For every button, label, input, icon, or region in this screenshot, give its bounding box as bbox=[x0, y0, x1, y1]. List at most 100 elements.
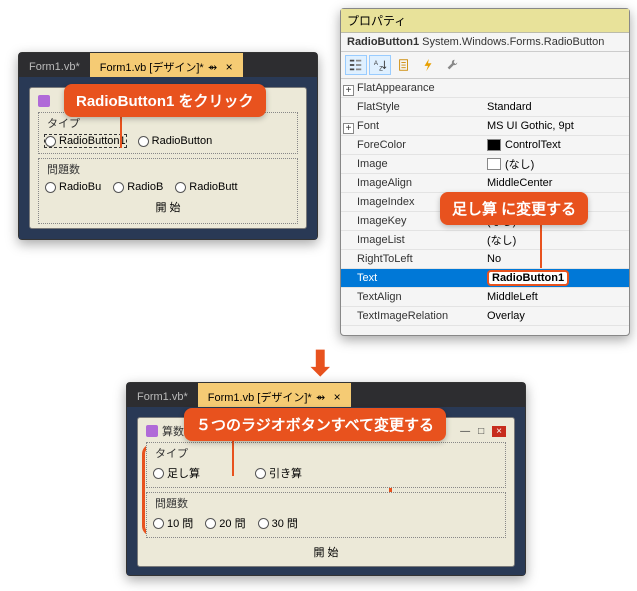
radiobutton1-label: RadioButton1 bbox=[59, 135, 126, 147]
count-radio-row: RadioBu RadioB RadioButt bbox=[45, 181, 291, 193]
expander-icon[interactable]: + bbox=[343, 85, 354, 96]
prop-name: Text bbox=[341, 272, 483, 284]
groupbox-count: 問題数 RadioBu RadioB RadioButt 開 始 bbox=[38, 158, 298, 224]
start-button-after[interactable]: 開 始 bbox=[146, 542, 506, 562]
prop-value-text: RadioButton1 bbox=[487, 270, 569, 286]
callout-change-all-text: ５つのラジオボタンすべて変更する bbox=[196, 417, 434, 434]
designer-panel-before: Form1.vb* Form1.vb [デザイン]* ⇴ × タイプ Radio… bbox=[18, 52, 318, 240]
prop-value[interactable]: No bbox=[483, 253, 629, 265]
prop-name-text: ImageKey bbox=[357, 215, 407, 227]
svg-text:A: A bbox=[374, 60, 379, 67]
groupbox-count-label: 問題数 bbox=[45, 161, 82, 177]
radiobutton4[interactable]: RadioB bbox=[113, 181, 163, 193]
prop-name: ForeColor bbox=[341, 139, 483, 151]
prop-name: ImageAlign bbox=[341, 177, 483, 189]
radio-icon bbox=[175, 182, 186, 193]
prop-row-righttoleft[interactable]: RightToLeftNo bbox=[341, 250, 629, 269]
radiobutton5-label: RadioButt bbox=[189, 181, 237, 193]
prop-row-forecolor[interactable]: ForeColor ControlText bbox=[341, 136, 629, 155]
expander-icon[interactable]: + bbox=[343, 123, 354, 134]
prop-row-imagealign[interactable]: ImageAlign MiddleCenter bbox=[341, 174, 629, 193]
callout-lead-2 bbox=[540, 220, 542, 268]
prop-name-text: TextImageRelation bbox=[357, 310, 448, 322]
properties-toolbar: AZ bbox=[341, 52, 629, 79]
radio-30-label: 30 問 bbox=[272, 515, 298, 531]
wrench-icon[interactable] bbox=[441, 55, 463, 75]
radio-30[interactable]: 30 問 bbox=[258, 515, 298, 531]
tab-design-after[interactable]: Form1.vb [デザイン]* ⇴ × bbox=[198, 383, 351, 407]
callout-lead-1 bbox=[120, 112, 122, 148]
radiobutton2-label: RadioButton bbox=[152, 135, 213, 147]
properties-object-line[interactable]: RadioButton1 System.Windows.Forms.RadioB… bbox=[341, 33, 629, 52]
prop-name-text: FlatStyle bbox=[357, 101, 400, 113]
prop-value-text: MiddleLeft bbox=[487, 291, 538, 303]
pin-icon[interactable]: ⇴ bbox=[208, 61, 218, 74]
prop-value[interactable]: MS UI Gothic, 9pt bbox=[483, 120, 629, 132]
prop-value[interactable]: (なし) bbox=[483, 232, 629, 248]
prop-value-text: MS UI Gothic, 9pt bbox=[487, 120, 574, 132]
close-window-icon[interactable]: × bbox=[492, 426, 506, 437]
prop-name: +FlatAppearance bbox=[341, 82, 483, 94]
type-radio-row-after: 足し算 引き算 bbox=[153, 465, 499, 481]
callout-change-text: 足し算 に変更する bbox=[440, 192, 588, 225]
categorized-icon[interactable] bbox=[345, 55, 367, 75]
tab-code-after[interactable]: Form1.vb* bbox=[127, 383, 198, 407]
start-button[interactable]: 開 始 bbox=[45, 197, 291, 217]
radio-20[interactable]: 20 問 bbox=[205, 515, 245, 531]
alphabetical-icon[interactable]: AZ bbox=[369, 55, 391, 75]
prop-value[interactable]: (なし) bbox=[483, 156, 629, 172]
radiobutton1[interactable]: RadioButton1 bbox=[45, 135, 126, 147]
properties-title: プロパティ bbox=[341, 9, 629, 33]
radio-sub-label: 引き算 bbox=[269, 465, 302, 481]
groupbox-count-after-label: 問題数 bbox=[153, 495, 190, 511]
prop-value[interactable]: MiddleCenter bbox=[483, 177, 629, 189]
radiobutton3[interactable]: RadioBu bbox=[45, 181, 101, 193]
tab-design-after-label: Form1.vb [デザイン]* bbox=[208, 389, 312, 405]
radiobutton5[interactable]: RadioButt bbox=[175, 181, 237, 193]
prop-row-flatappearance[interactable]: +FlatAppearance bbox=[341, 79, 629, 98]
properties-page-icon[interactable] bbox=[393, 55, 415, 75]
start-label-after: 開 始 bbox=[313, 547, 338, 559]
radio-sub[interactable]: 引き算 bbox=[255, 465, 302, 481]
radio-add[interactable]: 足し算 bbox=[153, 465, 243, 481]
groupbox-type: タイプ RadioButton1 RadioButton bbox=[38, 112, 298, 154]
flow-arrow-icon: ⬇ bbox=[306, 344, 335, 384]
prop-row-textimagerelation[interactable]: TextImageRelation Overlay bbox=[341, 307, 629, 326]
prop-name-text: ForeColor bbox=[357, 139, 406, 151]
close-icon[interactable]: × bbox=[226, 60, 233, 74]
color-swatch-icon bbox=[487, 158, 501, 170]
callout-change-all: ５つのラジオボタンすべて変更する bbox=[184, 408, 446, 441]
minimize-icon[interactable]: ― bbox=[460, 426, 470, 437]
prop-value-text: MiddleCenter bbox=[487, 177, 552, 189]
prop-row-imagelist[interactable]: ImageList(なし) bbox=[341, 231, 629, 250]
prop-row-font[interactable]: +FontMS UI Gothic, 9pt bbox=[341, 117, 629, 136]
prop-name-text: ImageIndex bbox=[357, 196, 414, 208]
maximize-icon[interactable]: □ bbox=[478, 426, 484, 437]
prop-row-image[interactable]: Image(なし) bbox=[341, 155, 629, 174]
start-label: 開 始 bbox=[155, 202, 180, 214]
tab-design[interactable]: Form1.vb [デザイン]* ⇴ × bbox=[90, 53, 243, 77]
tab-code-after-label: Form1.vb* bbox=[137, 391, 188, 403]
pin-icon[interactable]: ⇴ bbox=[316, 391, 326, 404]
prop-row-textalign[interactable]: TextAlignMiddleLeft bbox=[341, 288, 629, 307]
prop-value[interactable]: Overlay bbox=[483, 310, 629, 322]
tab-code[interactable]: Form1.vb* bbox=[19, 53, 90, 77]
prop-row-flatstyle[interactable]: FlatStyle Standard bbox=[341, 98, 629, 117]
radio-20-label: 20 問 bbox=[219, 515, 245, 531]
radiobutton2[interactable]: RadioButton bbox=[138, 135, 213, 147]
prop-value[interactable]: Standard bbox=[483, 101, 629, 113]
properties-object-type: System.Windows.Forms.RadioButton bbox=[422, 36, 604, 48]
tab-strip-after: Form1.vb* Form1.vb [デザイン]* ⇴ × bbox=[127, 383, 525, 407]
prop-value[interactable]: RadioButton1 bbox=[483, 270, 629, 286]
groupbox-type-after: タイプ 足し算 引き算 bbox=[146, 442, 506, 488]
groupbox-type-label: タイプ bbox=[45, 115, 82, 131]
prop-name: Image bbox=[341, 158, 483, 170]
prop-row-text[interactable]: Text RadioButton1 bbox=[341, 269, 629, 288]
prop-value[interactable]: MiddleLeft bbox=[483, 291, 629, 303]
color-swatch-icon bbox=[487, 139, 501, 151]
prop-value[interactable]: ControlText bbox=[483, 139, 629, 151]
properties-panel: プロパティ RadioButton1 System.Windows.Forms.… bbox=[340, 8, 630, 336]
close-icon[interactable]: × bbox=[334, 390, 341, 404]
events-icon[interactable] bbox=[417, 55, 439, 75]
radio-10[interactable]: 10 問 bbox=[153, 515, 193, 531]
